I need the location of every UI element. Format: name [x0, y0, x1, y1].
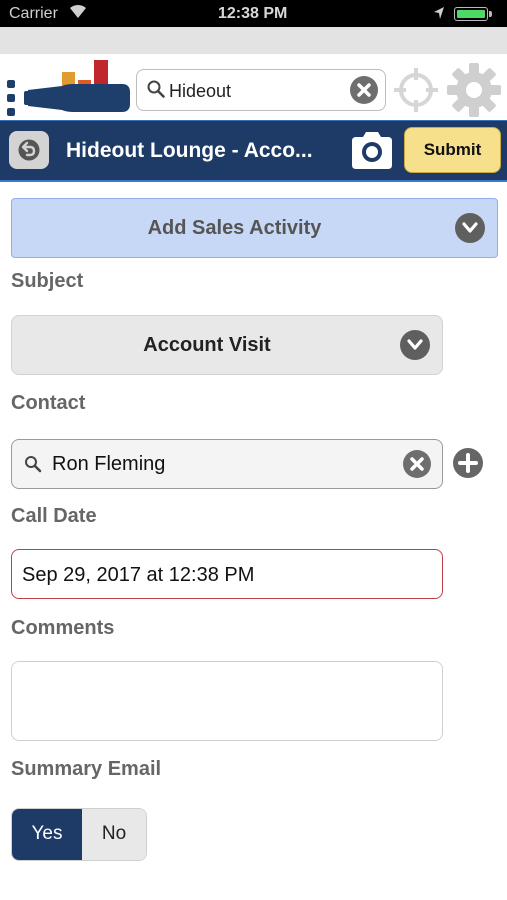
contact-search-field[interactable]: Ron Fleming: [11, 439, 443, 489]
contact-label: Contact: [11, 392, 86, 414]
chevron-down-icon: [400, 330, 430, 360]
nav-bar: Hideout Lounge - Acco... Submit: [0, 120, 507, 182]
call-date-label: Call Date: [11, 505, 97, 527]
clear-search-icon[interactable]: [349, 75, 379, 110]
wifi-icon: [68, 3, 88, 24]
add-contact-icon[interactable]: [452, 447, 484, 484]
menu-dots-icon[interactable]: [7, 80, 17, 122]
header-strip: [0, 27, 507, 54]
clear-contact-icon[interactable]: [402, 449, 432, 484]
crosshair-icon[interactable]: [392, 66, 440, 119]
status-bar: Carrier 12:38 PM: [0, 0, 507, 27]
comments-textarea[interactable]: [11, 661, 443, 741]
subject-value: Account Visit: [143, 334, 271, 356]
subject-select[interactable]: Account Visit: [11, 315, 443, 375]
battery-icon: [454, 7, 492, 21]
location-arrow-icon: [433, 6, 445, 25]
comments-label: Comments: [11, 617, 115, 639]
summary-email-yes[interactable]: Yes: [12, 809, 82, 860]
add-sales-activity-dropdown[interactable]: Add Sales Activity: [11, 198, 498, 258]
summary-email-no[interactable]: No: [82, 809, 146, 860]
summary-email-toggle[interactable]: Yes No: [11, 808, 147, 861]
subject-label: Subject: [11, 270, 84, 292]
search-field[interactable]: Hideout: [136, 69, 386, 111]
clock: 12:38 PM: [218, 5, 288, 22]
wine-logo: [24, 60, 130, 112]
search-icon: [24, 455, 42, 478]
contact-value[interactable]: Ron Fleming: [52, 453, 165, 476]
back-icon: [18, 139, 40, 161]
section-header-label: Add Sales Activity: [147, 217, 322, 239]
camera-icon[interactable]: [348, 129, 396, 176]
back-button[interactable]: [9, 131, 49, 169]
carrier-label: Carrier: [9, 5, 58, 22]
search-input-value[interactable]: Hideout: [169, 81, 231, 102]
search-icon: [147, 80, 165, 103]
page-title: Hideout Lounge - Acco...: [66, 139, 313, 162]
call-date-value: Sep 29, 2017 at 12:38 PM: [22, 564, 255, 586]
gear-icon[interactable]: [444, 60, 504, 125]
summary-email-label: Summary Email: [11, 758, 162, 780]
submit-button[interactable]: Submit: [404, 127, 501, 173]
chevron-down-icon: [455, 213, 485, 243]
call-date-field[interactable]: Sep 29, 2017 at 12:38 PM: [11, 549, 443, 599]
